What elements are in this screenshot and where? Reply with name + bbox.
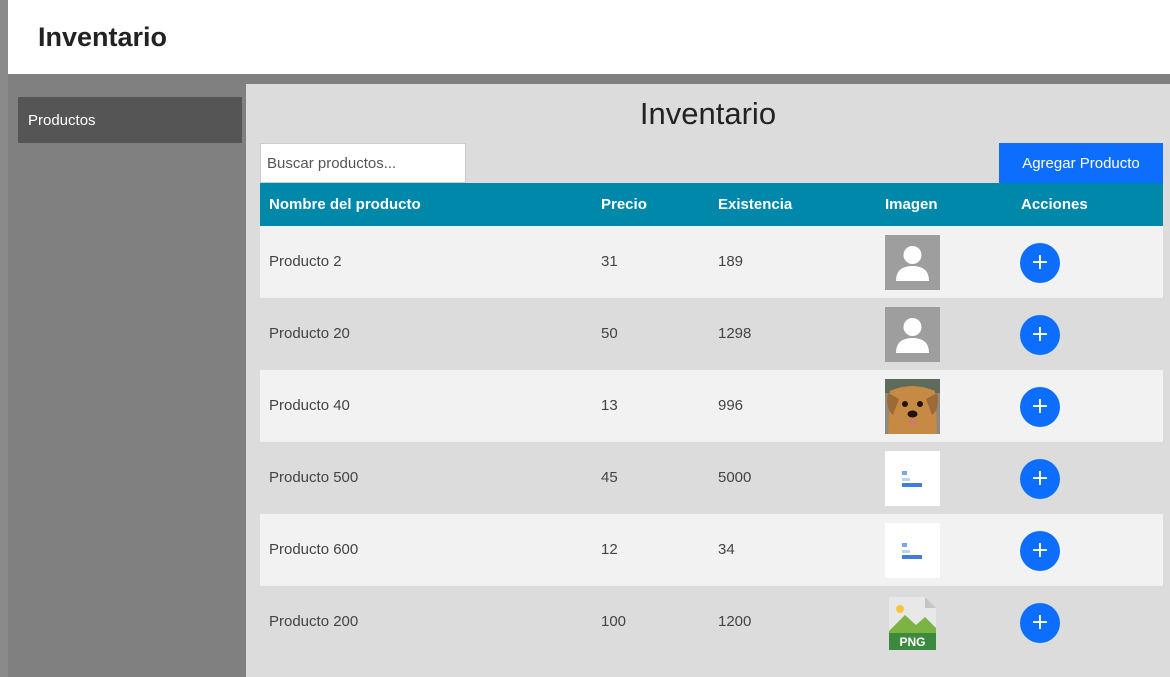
- add-action-button[interactable]: +: [1020, 603, 1060, 643]
- product-name: Producto 2: [269, 253, 342, 270]
- product-name: Producto 40: [269, 397, 350, 414]
- app-title: Inventario: [38, 22, 168, 52]
- product-price: 100: [601, 613, 627, 630]
- product-stock: 996: [718, 397, 744, 414]
- screenshot-thumbnail: [885, 451, 940, 506]
- add-action-button[interactable]: +: [1020, 459, 1060, 499]
- png-label: PNG: [899, 635, 925, 649]
- png-file-icon: PNG: [885, 595, 940, 650]
- header-price: Precio: [601, 196, 647, 213]
- top-divider: [8, 74, 1170, 84]
- table-row: Producto 200 100 1200 PNG +: [260, 586, 1163, 658]
- add-product-button[interactable]: Agregar Producto: [999, 143, 1163, 183]
- dog-photo: [885, 379, 940, 434]
- product-stock: 1298: [718, 325, 752, 342]
- product-price: 13: [601, 397, 618, 414]
- page-title: Inventario: [639, 96, 777, 131]
- product-name: Producto 20: [269, 325, 350, 342]
- table-row: Producto 40 13 996 +: [260, 370, 1163, 442]
- table-row: Producto 2 31 189 +: [260, 226, 1163, 298]
- product-price: 50: [601, 325, 618, 342]
- product-name: Producto 500: [269, 469, 359, 486]
- product-price: 12: [601, 541, 618, 558]
- table-header: Nombre del producto Precio Existencia Im…: [260, 183, 1163, 226]
- top-bar: Inventario: [8, 0, 1170, 74]
- user-placeholder-icon: [885, 235, 940, 290]
- add-action-button[interactable]: +: [1020, 387, 1060, 427]
- sidebar-item-productos[interactable]: Productos: [18, 97, 242, 143]
- add-action-button[interactable]: +: [1020, 315, 1060, 355]
- products-table: Nombre del producto Precio Existencia Im…: [260, 183, 1163, 658]
- header-image: Imagen: [885, 196, 938, 213]
- table-row: Producto 600 12 34 +: [260, 514, 1163, 586]
- product-name: Producto 600: [269, 541, 359, 558]
- screenshot-thumbnail: [885, 523, 940, 578]
- add-action-button[interactable]: +: [1020, 243, 1060, 283]
- main-content: Inventario Agregar Producto Nombre del p…: [246, 84, 1170, 677]
- table-row: Producto 20 50 1298 +: [260, 298, 1163, 370]
- header-name: Nombre del producto: [269, 196, 421, 213]
- product-stock: 5000: [718, 469, 752, 486]
- product-price: 45: [601, 469, 618, 486]
- sidebar: Productos: [8, 84, 246, 677]
- user-placeholder-icon: [885, 307, 940, 362]
- search-input[interactable]: [260, 143, 466, 183]
- product-stock: 189: [718, 253, 744, 270]
- header-stock: Existencia: [718, 196, 793, 213]
- table-row: Producto 500 45 5000 +: [260, 442, 1163, 514]
- window-left-edge: [0, 0, 8, 677]
- product-price: 31: [601, 253, 618, 270]
- header-actions: Acciones: [1021, 196, 1088, 213]
- add-action-button[interactable]: +: [1020, 531, 1060, 571]
- product-stock: 1200: [718, 613, 752, 630]
- product-stock: 34: [718, 541, 735, 558]
- product-name: Producto 200: [269, 613, 359, 630]
